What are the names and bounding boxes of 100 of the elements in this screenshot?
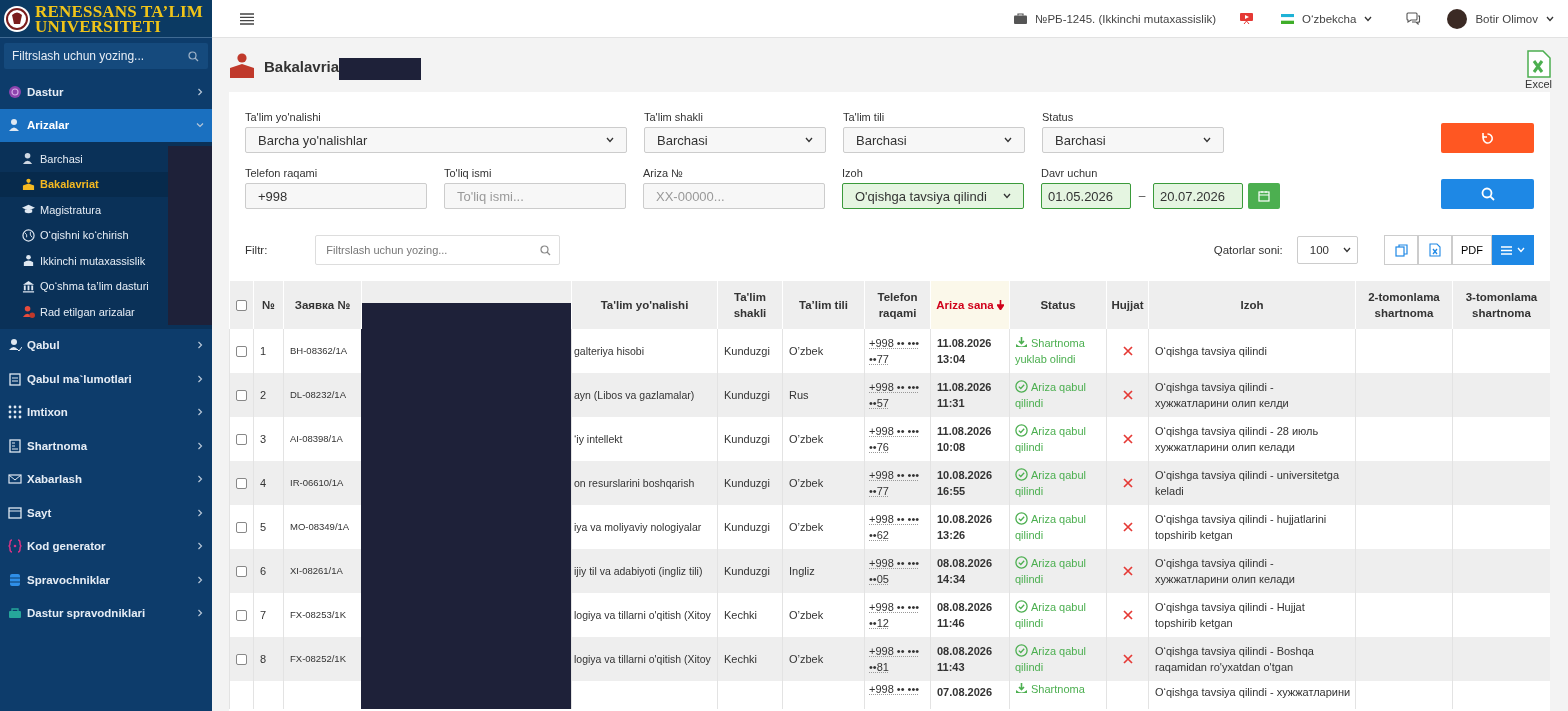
phone-number[interactable]: +998 •• ••• ••12: [869, 599, 925, 631]
clipboard-icon: [8, 371, 22, 386]
check-circle-icon: [1015, 468, 1028, 481]
search-button[interactable]: [1441, 179, 1534, 209]
application-number: AI-08398/1A: [290, 432, 343, 446]
sidebar-item[interactable]: Imtixon: [0, 395, 212, 429]
excel-button[interactable]: [1418, 235, 1452, 265]
select-field[interactable]: Barchasi: [1042, 127, 1224, 153]
row-checkbox[interactable]: [236, 389, 247, 401]
copy-button[interactable]: [1384, 235, 1418, 265]
sidebar-item[interactable]: Qabul: [0, 328, 212, 362]
study-form-cell-text: Kunduzgi: [724, 564, 770, 579]
sidebar-item[interactable]: Sayt: [0, 496, 212, 530]
caret-icon: [1003, 193, 1011, 199]
application-number: DL-08232/1A: [290, 388, 346, 402]
caret-icon: [1004, 137, 1012, 143]
status-label: Ariza qabul qilindi: [1015, 379, 1088, 411]
filter-label: Filtr:: [245, 244, 268, 256]
reader-icon: [22, 177, 35, 191]
user-menu[interactable]: Botir Olimov: [1447, 8, 1554, 29]
braces-icon: [8, 539, 22, 554]
calendar-button[interactable]: [1248, 183, 1280, 209]
select-field[interactable]: Barcha yo'nalishlar: [245, 127, 627, 153]
application-number: XI-08261/1A: [290, 564, 343, 578]
sort-down-icon[interactable]: [996, 300, 1004, 310]
sidebar-subitem[interactable]: Barchasi: [0, 146, 168, 172]
phone-number[interactable]: +998 •• ••• ••77: [869, 467, 925, 499]
language-selector[interactable]: O‘zbekcha: [1281, 12, 1373, 25]
rows-per-page-select[interactable]: 100: [1296, 236, 1358, 264]
row-number: 1: [260, 344, 267, 359]
avatar: [1447, 8, 1468, 29]
status-label: Ariza qabul qilindi: [1015, 555, 1088, 587]
select-field[interactable]: Barchasi: [843, 127, 1025, 153]
circle-icon: [8, 84, 22, 99]
study-form-cell-text: Kunduzgi: [724, 388, 770, 403]
phone-number[interactable]: +998 •• ••• ••77: [869, 335, 925, 367]
column-header[interactable]: №: [262, 297, 275, 313]
column-header[interactable]: Ta’lim tili: [799, 297, 848, 313]
presentation-icon[interactable]: [1240, 12, 1254, 25]
select-all-checkbox[interactable]: [236, 299, 247, 311]
phone-number[interactable]: +998 •• •••: [869, 681, 925, 697]
row-checkbox[interactable]: [236, 609, 247, 621]
sidebar-item[interactable]: Kod generator: [0, 529, 212, 563]
row-number: 3: [260, 432, 267, 447]
direction-cell-text: on resurslarini boshqarish: [574, 476, 695, 491]
row-checkbox[interactable]: [236, 521, 247, 533]
date-cell-text: 10.08.2026 13:26: [937, 512, 994, 543]
field-label: Telefon raqami: [245, 167, 319, 179]
sidebar-item[interactable]: Spravochniklar: [0, 563, 212, 597]
grid-icon: [8, 405, 22, 420]
excel-file-icon: [1429, 243, 1441, 257]
check-circle-icon: [1015, 512, 1028, 525]
study-form-cell-text: Kechki: [724, 608, 758, 623]
input-field[interactable]: +998: [245, 183, 427, 209]
sidebar-subitem[interactable]: Magistratura: [0, 197, 168, 223]
chevron-icon: [196, 374, 204, 383]
phone-number[interactable]: +998 •• ••• ••05: [869, 555, 925, 587]
sidebar-item[interactable]: Shartnoma: [0, 429, 212, 463]
row-checkbox[interactable]: [236, 653, 247, 665]
select-field[interactable]: Barchasi: [644, 127, 826, 153]
sidebar-search-field[interactable]: Filtrslash uchun yozing...: [4, 43, 208, 69]
column-header[interactable]: Izoh: [1240, 297, 1264, 313]
sidebar-subitem[interactable]: Qo‘shma ta’lim dasturi: [0, 273, 168, 299]
phone-number[interactable]: +998 •• ••• ••81: [869, 643, 925, 675]
phone-number[interactable]: +998 •• ••• ••76: [869, 423, 925, 455]
search-icon: [1480, 187, 1495, 201]
download-icon: [1015, 682, 1028, 695]
row-checkbox[interactable]: [236, 565, 247, 577]
input-field[interactable]: XX-00000...: [643, 183, 825, 209]
select-field[interactable]: O'qishga tavsiya qilindi: [842, 183, 1024, 209]
sidebar-subitem[interactable]: Rad etilgan arizalar: [0, 299, 168, 325]
status-label: Ariza qabul qilindi: [1015, 599, 1088, 631]
chat-icon[interactable]: [1406, 12, 1422, 25]
phone-number[interactable]: +998 •• ••• ••62: [869, 511, 925, 543]
row-checkbox[interactable]: [236, 345, 247, 357]
date-field[interactable]: 01.05.2026: [1041, 183, 1131, 209]
copy-icon: [1394, 243, 1408, 257]
pdf-button[interactable]: PDF: [1452, 235, 1492, 265]
sidebar-item[interactable]: Dastur spravodniklari: [0, 596, 212, 630]
sidebar-subitem[interactable]: Ikkinchi mutaxassislik: [0, 248, 168, 274]
sidebar-subitem[interactable]: O‘qishni ko‘chirish: [0, 222, 168, 248]
date-field[interactable]: 20.07.2026: [1153, 183, 1243, 209]
sidebar-item[interactable]: Arizalar: [0, 108, 212, 142]
check-circle-icon: [1015, 556, 1028, 569]
sidebar-item[interactable]: Xabarlash: [0, 462, 212, 496]
sidebar-item[interactable]: Qabul ma`lumotlari: [0, 362, 212, 396]
phone-number[interactable]: +998 •• ••• ••57: [869, 379, 925, 411]
brand-name: UNIVERSITETI: [35, 18, 162, 34]
input-field[interactable]: To'liq ismi...: [444, 183, 626, 209]
university-logo: [3, 4, 31, 33]
excel-export-button[interactable]: Excel: [1525, 50, 1552, 90]
columns-menu-button[interactable]: [1492, 235, 1534, 265]
sidebar-subitem[interactable]: Bakalavriat: [0, 171, 168, 197]
filter-search-field[interactable]: Filtrslash uchun yozing...: [315, 235, 561, 265]
row-checkbox[interactable]: [236, 477, 247, 489]
sidebar-item[interactable]: Dastur: [0, 75, 212, 109]
row-checkbox[interactable]: [236, 433, 247, 445]
column-header[interactable]: Status: [1040, 297, 1076, 313]
note-cell-text: O‘qishga tavsiya qilindi - Boshqa raqamidan ro'yxatdan o'tgan: [1155, 644, 1315, 675]
menu-icon[interactable]: [240, 12, 254, 25]
